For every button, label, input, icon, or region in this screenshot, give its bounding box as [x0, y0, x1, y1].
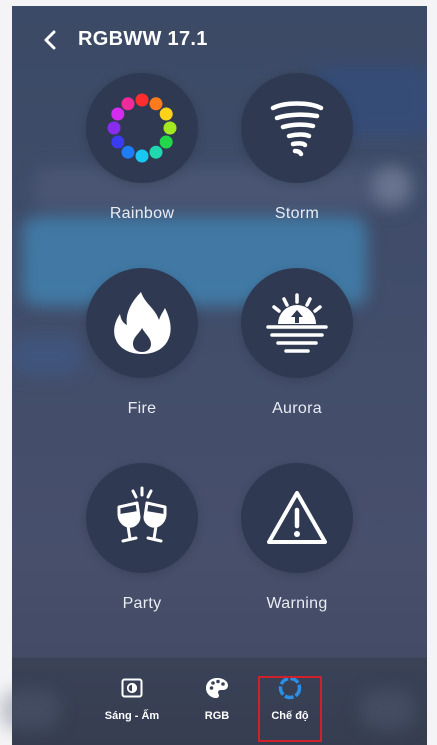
- fire-icon: [114, 292, 171, 354]
- active-nav-highlight: [258, 676, 322, 742]
- sunrise-icon: [266, 293, 328, 353]
- mode-icon-circle: [241, 73, 353, 183]
- background-blur: [0, 690, 60, 730]
- background-blur: [372, 166, 412, 206]
- mode-tile-storm[interactable]: Storm: [237, 73, 357, 223]
- tornado-icon: [270, 101, 324, 157]
- mode-icon-circle: [241, 268, 353, 378]
- warning-triangle-icon: [267, 491, 327, 544]
- nav-label: RGB: [204, 710, 230, 722]
- mode-label: Party: [122, 595, 162, 612]
- mode-tile-warning[interactable]: Warning: [237, 463, 357, 613]
- mode-label: Rainbow: [109, 205, 175, 222]
- mode-tile-party[interactable]: Party: [82, 463, 202, 613]
- cheers-glasses-icon: [117, 486, 167, 543]
- mode-tile-rainbow[interactable]: Rainbow: [82, 73, 202, 223]
- chevron-left-icon: [44, 30, 56, 50]
- mode-label: Warning: [266, 595, 328, 612]
- header: RGBWW 17.1: [12, 20, 427, 60]
- page-title: RGBWW 17.1: [78, 28, 208, 50]
- mode-tile-fire[interactable]: Fire: [82, 268, 202, 418]
- mode-icon-circle: [241, 463, 353, 573]
- mode-label: Storm: [274, 205, 320, 222]
- palette-icon: [203, 674, 231, 702]
- app-frame: RGBWW 17.1 Rainbow Storm Fire Aurora Par…: [0, 0, 437, 745]
- back-button[interactable]: [38, 28, 62, 52]
- mode-icon-circle: [86, 268, 198, 378]
- app-screen: RGBWW 17.1 Rainbow Storm Fire Aurora Par…: [12, 6, 427, 745]
- mode-tile-aurora[interactable]: Aurora: [237, 268, 357, 418]
- mode-label: Fire: [127, 400, 157, 417]
- rainbow-ring-icon: [107, 93, 177, 163]
- nav-label: Sáng - Ấm: [104, 710, 160, 722]
- mode-icon-circle: [86, 73, 198, 183]
- nav-item-rgb[interactable]: RGB: [197, 674, 237, 734]
- background-blur: [12, 336, 82, 376]
- nav-item-brightness[interactable]: Sáng - Ấm: [100, 674, 164, 734]
- mode-label: Aurora: [272, 400, 322, 417]
- background-blur: [360, 690, 415, 730]
- mode-icon-circle: [86, 463, 198, 573]
- brightness-icon: [118, 674, 146, 702]
